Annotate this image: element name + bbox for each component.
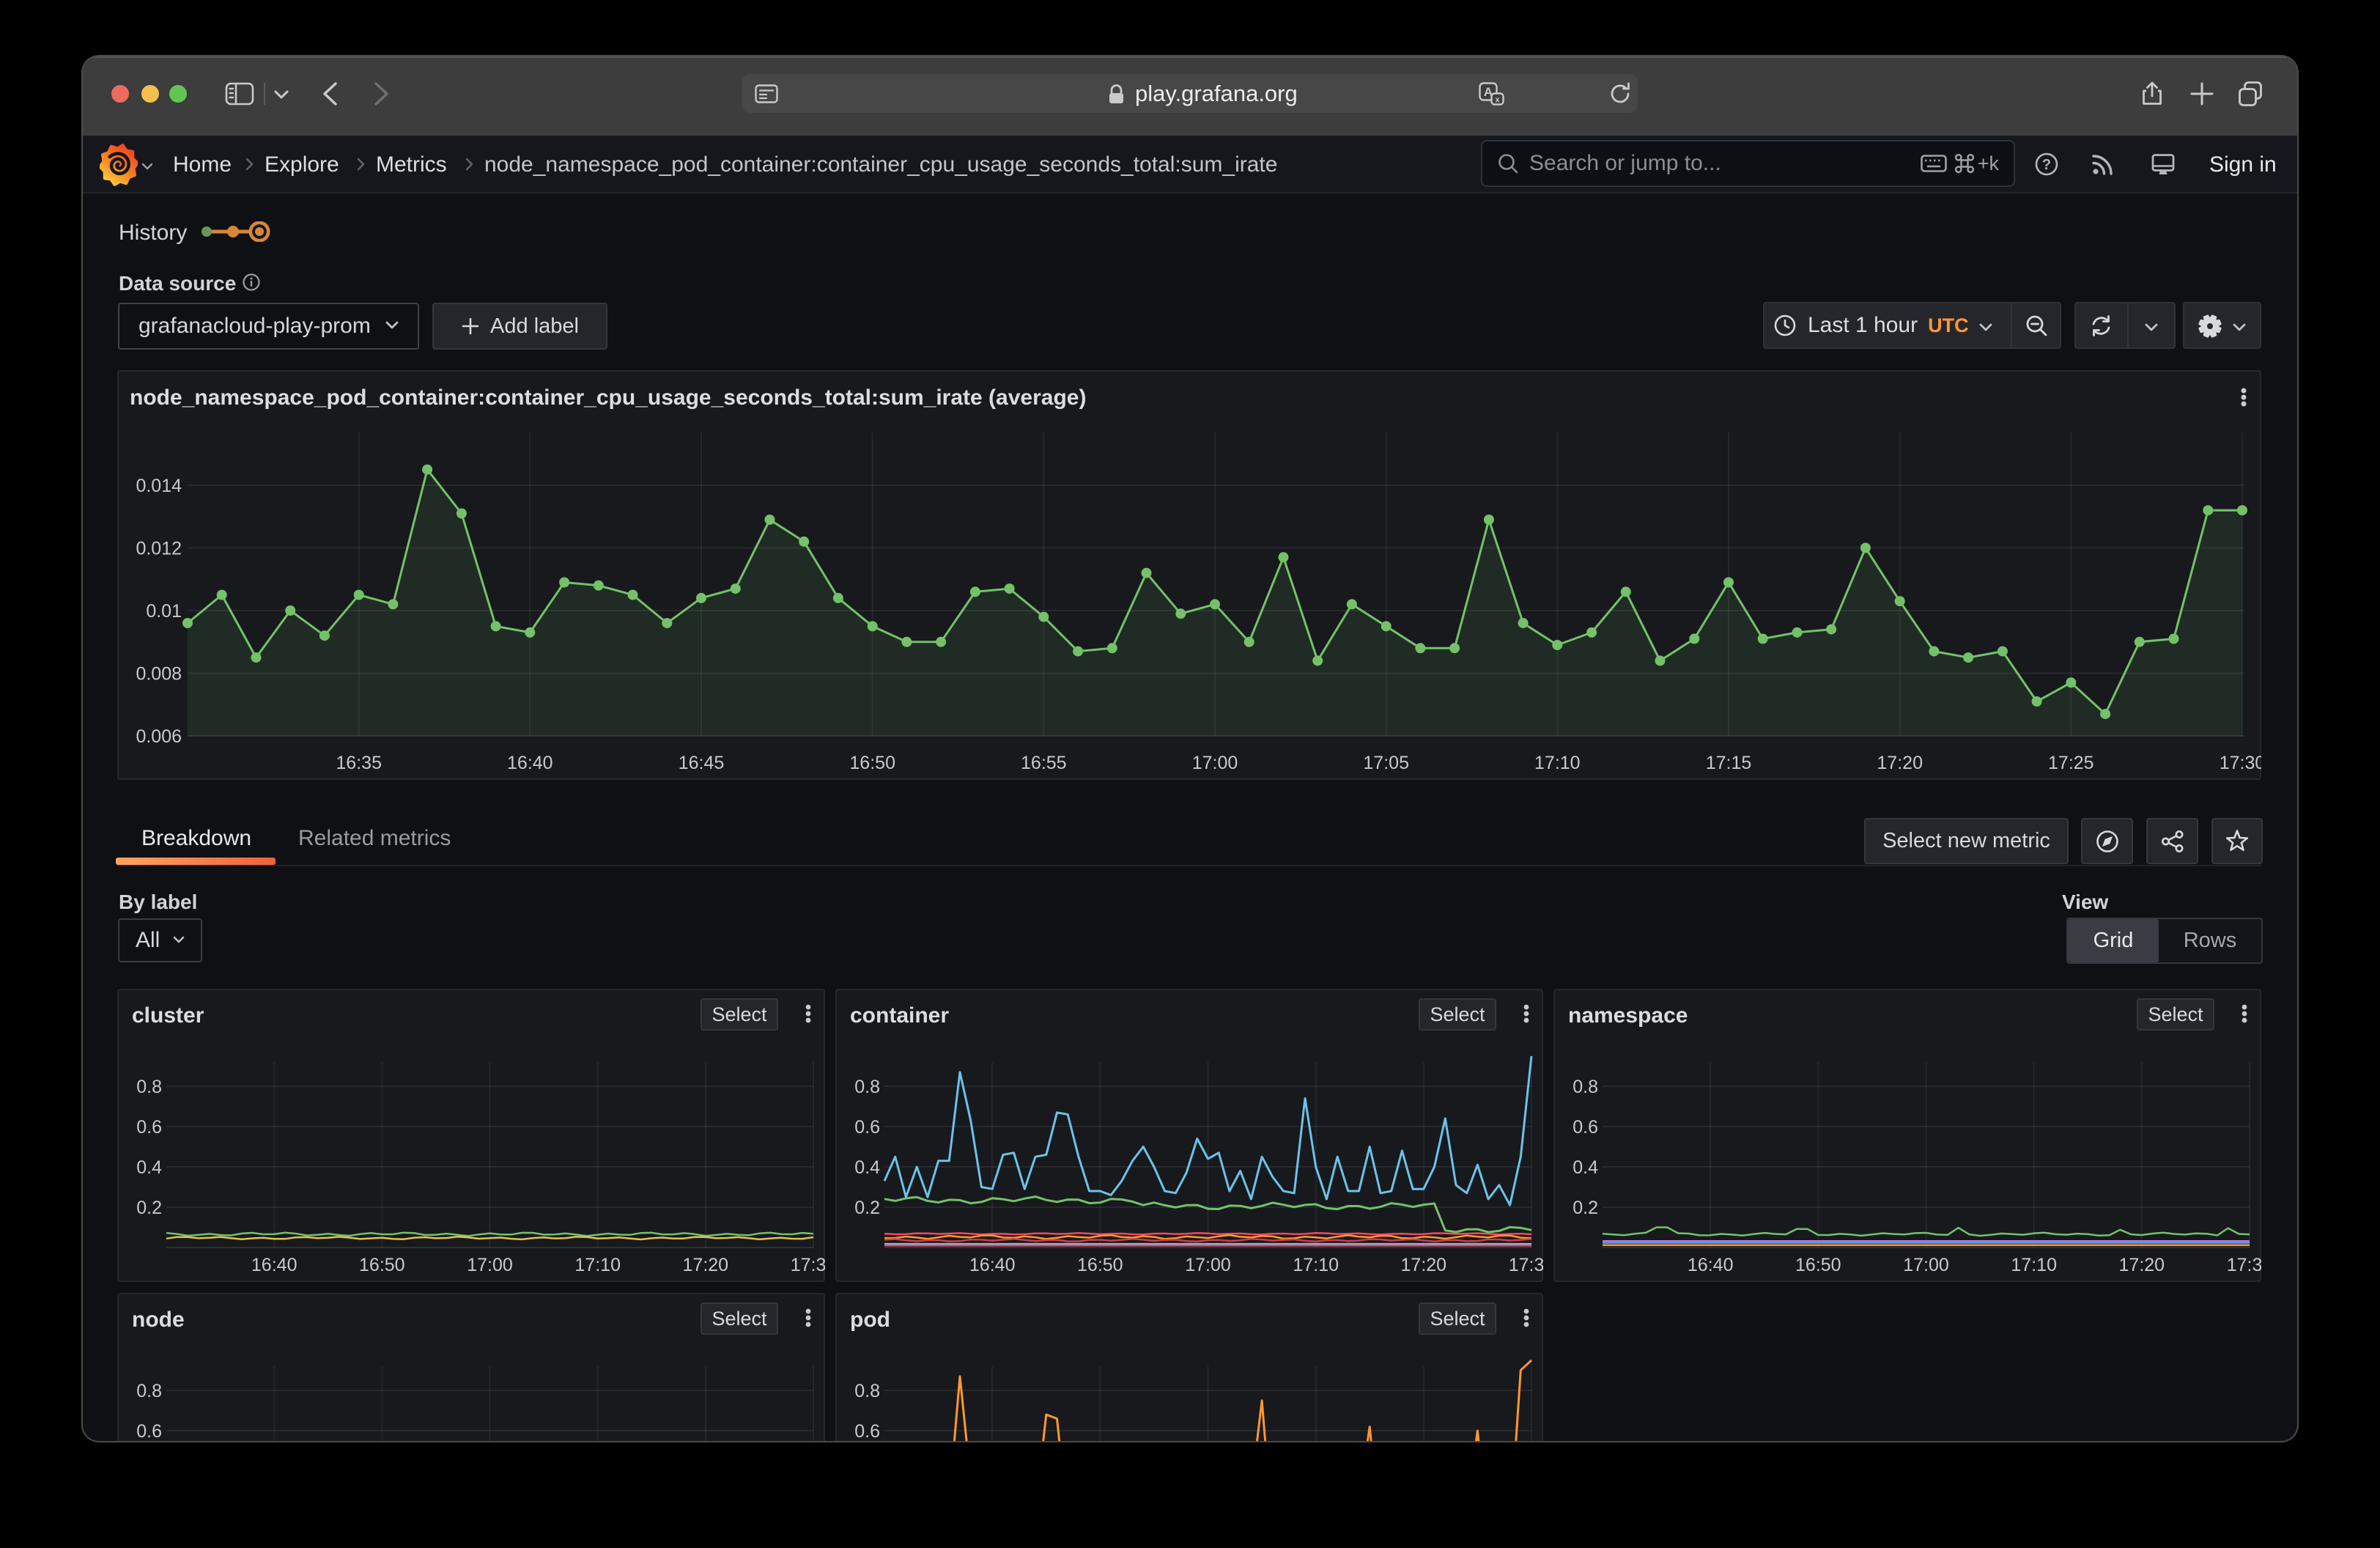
svg-text:17:20: 17:20 — [1401, 1255, 1447, 1275]
svg-text:16:50: 16:50 — [1795, 1255, 1841, 1275]
svg-text:16:50: 16:50 — [849, 753, 895, 773]
svg-text:17:20: 17:20 — [683, 1255, 729, 1275]
svg-text:17:30: 17:30 — [1509, 1255, 1543, 1275]
svg-text:16:40: 16:40 — [1688, 1255, 1734, 1275]
svg-text:16:40: 16:40 — [507, 753, 553, 773]
svg-text:0.2: 0.2 — [136, 1198, 162, 1218]
svg-text:17:00: 17:00 — [1185, 1255, 1231, 1275]
svg-text:0.8: 0.8 — [854, 1381, 880, 1401]
svg-text:16:40: 16:40 — [969, 1255, 1016, 1275]
svg-text:0.8: 0.8 — [136, 1077, 162, 1097]
svg-text:17:30: 17:30 — [2220, 753, 2261, 773]
svg-text:?: ? — [2042, 157, 2051, 173]
svg-text:0.6: 0.6 — [854, 1117, 880, 1138]
svg-text:16:50: 16:50 — [1077, 1255, 1123, 1275]
svg-text:0.6: 0.6 — [136, 1421, 162, 1441]
svg-text:0.4: 0.4 — [1572, 1157, 1598, 1178]
svg-text:16:50: 16:50 — [359, 1255, 405, 1275]
svg-text:17:10: 17:10 — [1293, 1255, 1339, 1275]
svg-text:17:00: 17:00 — [467, 1255, 513, 1275]
svg-text:17:15: 17:15 — [1706, 753, 1752, 773]
svg-text:17:10: 17:10 — [2011, 1255, 2057, 1275]
svg-text:0.8: 0.8 — [1572, 1077, 1598, 1097]
svg-text:0.01: 0.01 — [146, 601, 182, 622]
svg-text:0.8: 0.8 — [136, 1381, 162, 1401]
svg-text:16:40: 16:40 — [251, 1255, 298, 1275]
svg-text:x: x — [1495, 96, 1500, 105]
svg-text:16:45: 16:45 — [679, 753, 725, 773]
svg-text:0.008: 0.008 — [136, 664, 182, 685]
svg-text:0.006: 0.006 — [136, 726, 182, 747]
svg-text:17:30: 17:30 — [791, 1255, 825, 1275]
svg-text:17:05: 17:05 — [1363, 753, 1409, 773]
svg-text:0.6: 0.6 — [854, 1421, 880, 1441]
svg-text:17:20: 17:20 — [1877, 753, 1923, 773]
svg-text:17:10: 17:10 — [1534, 753, 1581, 773]
svg-text:16:55: 16:55 — [1021, 753, 1067, 773]
svg-text:16:35: 16:35 — [336, 753, 382, 773]
svg-text:17:00: 17:00 — [1903, 1255, 1949, 1275]
svg-text:0.014: 0.014 — [136, 476, 182, 496]
svg-text:17:25: 17:25 — [2048, 753, 2094, 773]
svg-text:0.4: 0.4 — [136, 1157, 162, 1178]
svg-text:17:10: 17:10 — [574, 1255, 621, 1275]
svg-text:0.2: 0.2 — [1572, 1198, 1598, 1218]
svg-text:17:20: 17:20 — [2119, 1255, 2165, 1275]
svg-text:0.6: 0.6 — [1572, 1117, 1598, 1138]
svg-text:17:30: 17:30 — [2227, 1255, 2261, 1275]
svg-text:17:00: 17:00 — [1192, 753, 1238, 773]
svg-text:0.2: 0.2 — [854, 1198, 880, 1218]
svg-text:0.4: 0.4 — [854, 1157, 880, 1178]
svg-text:0.8: 0.8 — [854, 1077, 880, 1097]
svg-text:0.012: 0.012 — [136, 539, 182, 559]
svg-text:0.6: 0.6 — [136, 1117, 162, 1138]
